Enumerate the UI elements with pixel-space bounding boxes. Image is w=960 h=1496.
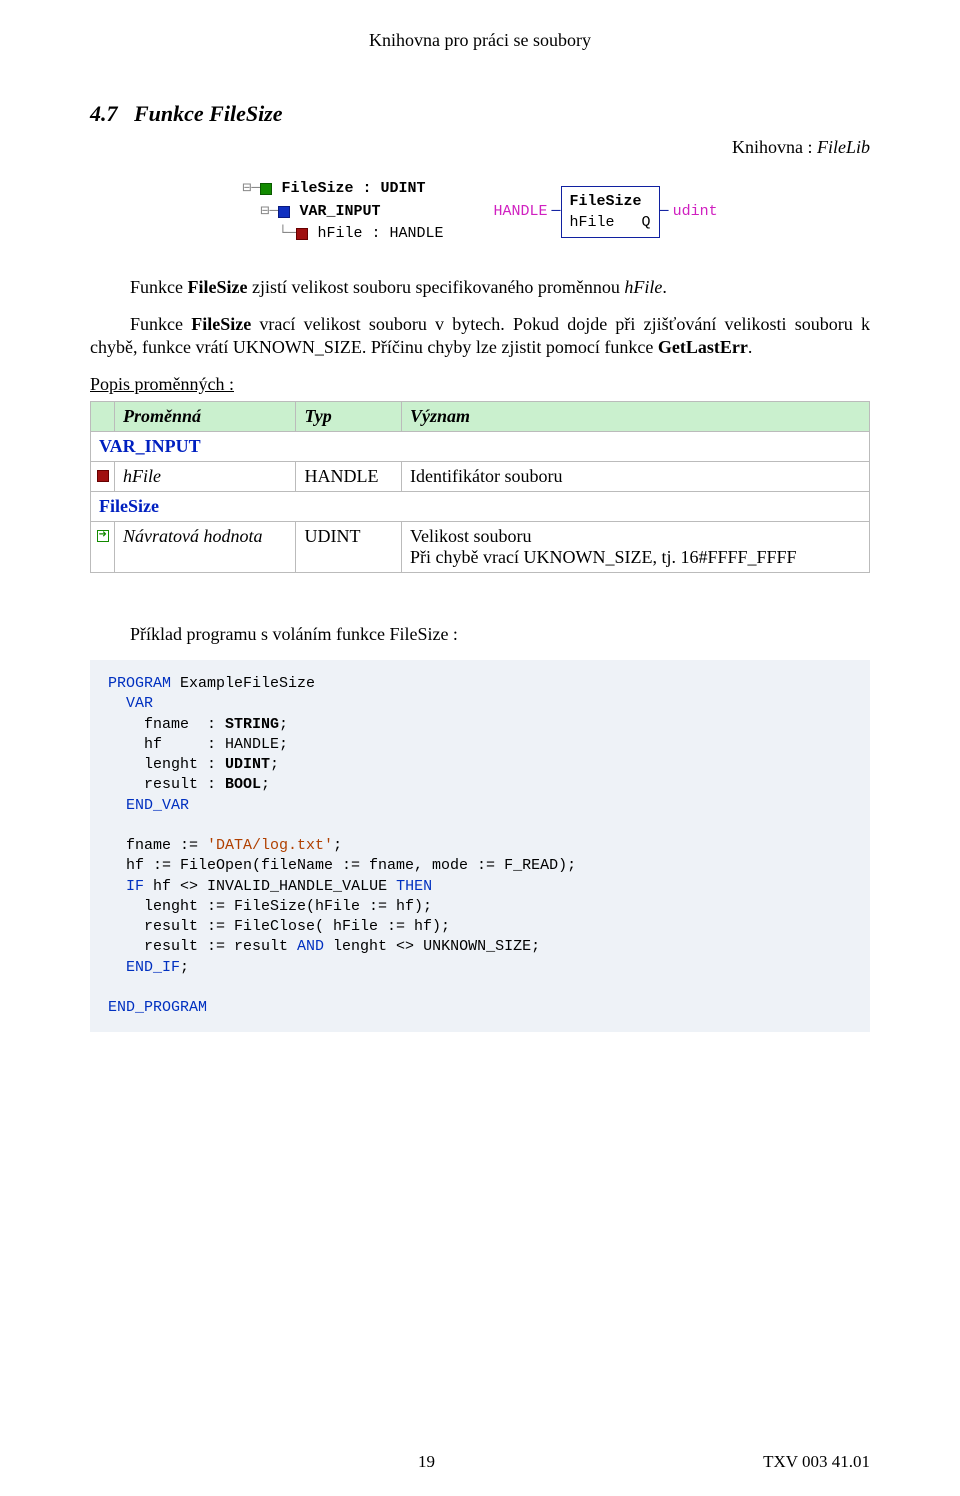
code-s5: result := FileClose( hFile := hf); (108, 918, 450, 935)
tree-node-root: FileSize : UDINT (281, 178, 425, 201)
p2-fn2: GetLastErr (658, 337, 748, 357)
code-v4: result : (108, 776, 225, 793)
kw-program: PROGRAM (108, 675, 171, 692)
p2-e: . (748, 337, 753, 357)
page-footer: 19 TXV 003 41.01 (90, 1452, 870, 1472)
table-row: Návratová hodnota UDINT Velikost souboru… (91, 521, 870, 572)
kw-endvar: END_VAR (126, 797, 189, 814)
variables-table: Proměnná Typ Význam VAR_INPUT hFile HAND… (90, 401, 870, 573)
doc-code: TXV 003 41.01 (763, 1452, 870, 1472)
th-var: Proměnná (115, 401, 296, 431)
code-v1: fname : (108, 716, 225, 733)
cell-type-udint: UDINT (296, 521, 402, 572)
p1-var: hFile (624, 277, 662, 297)
code-v2: hf : HANDLE; (108, 736, 288, 753)
p1-a: Funkce (130, 277, 188, 297)
paragraph-2: Funkce FileSize vrací velikost souboru v… (90, 313, 870, 360)
code-s4: lenght := FileSize(hFile := hf); (108, 898, 432, 915)
var-group-icon (278, 206, 290, 218)
library-caption: Knihovna : FileLib (90, 137, 870, 158)
page-header: Knihovna pro práci se soubory (90, 30, 870, 51)
group-varinput: VAR_INPUT (91, 431, 870, 461)
fb-out-port: Q (642, 214, 651, 231)
kw-then: THEN (396, 878, 432, 895)
lib-label: Knihovna : (732, 137, 817, 157)
code-s6b: lenght <> UNKNOWN_SIZE; (324, 938, 540, 955)
fb-box: FileSize hFile Q (561, 186, 660, 238)
return-icon (97, 530, 109, 542)
fb-name: FileSize (570, 191, 651, 212)
code-s1c: ; (333, 837, 342, 854)
kw-endprogram: END_PROGRAM (108, 999, 207, 1016)
kw-endif: END_IF (126, 959, 180, 976)
example-caption: Příklad programu s voláním funkce FileSi… (90, 623, 870, 646)
type-string: STRING (225, 716, 279, 733)
code-v3: lenght : (108, 756, 225, 773)
page-number: 19 (418, 1452, 435, 1472)
kw-var: VAR (126, 695, 153, 712)
cell-var-hfile: hFile (123, 466, 161, 486)
lib-name: FileLib (817, 137, 870, 157)
popis-text: Popis proměnných : (90, 374, 234, 394)
code-semi: ; (180, 959, 189, 976)
tree-view: ⊟─ FileSize : UDINT ⊟─ VAR_INPUT └─ hFil… (242, 178, 443, 246)
paragraph-1: Funkce FileSize zjistí velikost souboru … (90, 276, 870, 299)
code-string-literal: 'DATA/log.txt' (207, 837, 333, 854)
section-title: 4.7 Funkce FileSize (90, 101, 870, 127)
th-meaning: Význam (402, 401, 870, 431)
fb-output-type: udint (673, 203, 718, 220)
var-icon (296, 228, 308, 240)
cell-var-return: Návratová hodnota (123, 526, 263, 546)
section-number: 4.7 (90, 101, 118, 126)
p2-fn: FileSize (191, 314, 251, 334)
code-block: PROGRAM ExampleFileSize VAR fname : STRI… (90, 660, 870, 1032)
tree-node-hfile: hFile : HANDLE (317, 223, 443, 246)
figure-row: ⊟─ FileSize : UDINT ⊟─ VAR_INPUT └─ hFil… (90, 178, 870, 246)
cell-type-handle: HANDLE (296, 461, 402, 491)
p1-fn: FileSize (188, 277, 248, 297)
code-s6a: result := result (108, 938, 297, 955)
code-s2: hf := FileOpen(fileName := fname, mode :… (108, 857, 576, 874)
section-name: Funkce FileSize (134, 101, 283, 126)
function-block-diagram: HANDLE─ FileSize hFile Q ─udint (493, 178, 717, 246)
tree-node-varinput: VAR_INPUT (299, 201, 380, 224)
type-udint: UDINT (225, 756, 270, 773)
cell-desc-return: Velikost souboru Při chybě vrací UKNOWN_… (402, 521, 870, 572)
kw-if: IF (126, 878, 144, 895)
type-bool: BOOL (225, 776, 261, 793)
p2-a: Funkce (130, 314, 191, 334)
fb-in-port: hFile (570, 214, 615, 231)
fb-input-type: HANDLE (493, 203, 547, 220)
th-icon (91, 401, 115, 431)
p1-e: . (662, 277, 667, 297)
cell-desc-hfile: Identifikátor souboru (402, 461, 870, 491)
block-icon (260, 183, 272, 195)
code-s1a: fname := (108, 837, 207, 854)
table-row: hFile HANDLE Identifikátor souboru (91, 461, 870, 491)
code-s3a: hf <> INVALID_HANDLE_VALUE (144, 878, 396, 895)
variables-caption: Popis proměnných : (90, 374, 870, 395)
var-icon (97, 470, 109, 482)
th-type: Typ (296, 401, 402, 431)
p1-c: zjistí velikost souboru specifikovaného … (247, 277, 624, 297)
group-filesize: FileSize (91, 491, 870, 521)
kw-and: AND (297, 938, 324, 955)
code-progname: ExampleFileSize (171, 675, 315, 692)
